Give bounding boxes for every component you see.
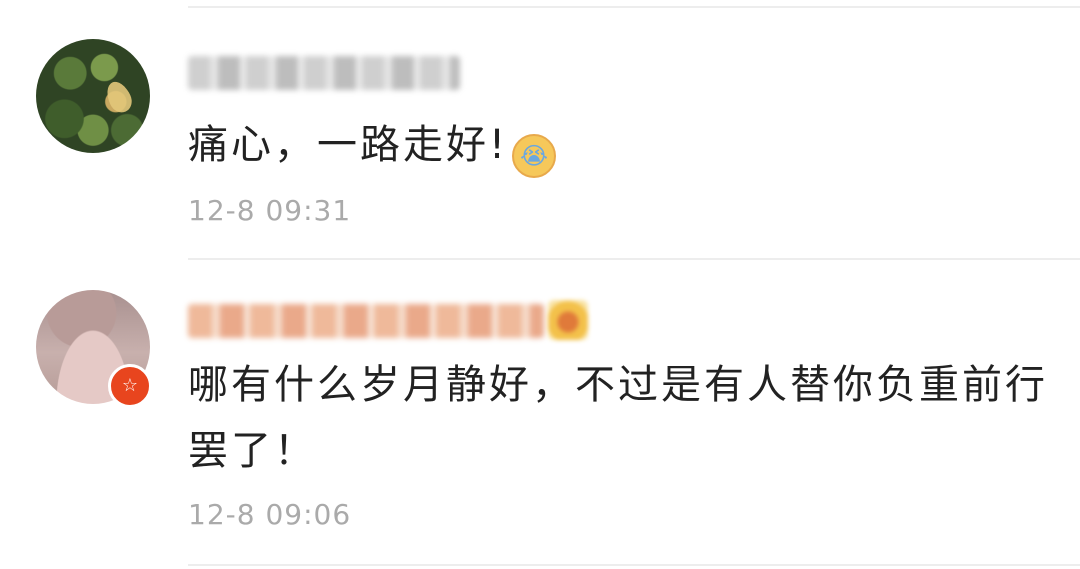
comment-text: 哪有什么岁月静好，不过是有人替你负重前行罢了！ <box>188 362 1048 474</box>
comment-item: 痛心，一路走好! 😭 12-8 09:31 <box>0 8 1080 258</box>
comment-text: 痛心，一路走好! 😭 <box>188 112 557 178</box>
vip-badge-icon <box>548 300 588 340</box>
comment-text-content: 痛心，一路走好! <box>188 122 509 168</box>
username-blurred[interactable] <box>188 56 460 90</box>
crying-face-emoji-icon: 😭 <box>512 134 557 178</box>
comment-item: ☆ 哪有什么岁月静好，不过是有人替你负重前行罢了！ 12-8 09:06 <box>0 260 1080 564</box>
comment-timestamp: 12-8 09:31 <box>188 194 352 227</box>
avatar-leaf <box>102 77 136 117</box>
divider <box>188 564 1080 566</box>
verified-star-badge-icon: ☆ <box>108 364 152 408</box>
comment-list: 痛心，一路走好! 😭 12-8 09:31 ☆ 哪有什么岁月静好，不过是有人替你负… <box>0 0 1080 569</box>
avatar[interactable] <box>36 39 150 153</box>
username-blurred[interactable] <box>188 304 544 338</box>
comment-timestamp: 12-8 09:06 <box>188 498 352 531</box>
